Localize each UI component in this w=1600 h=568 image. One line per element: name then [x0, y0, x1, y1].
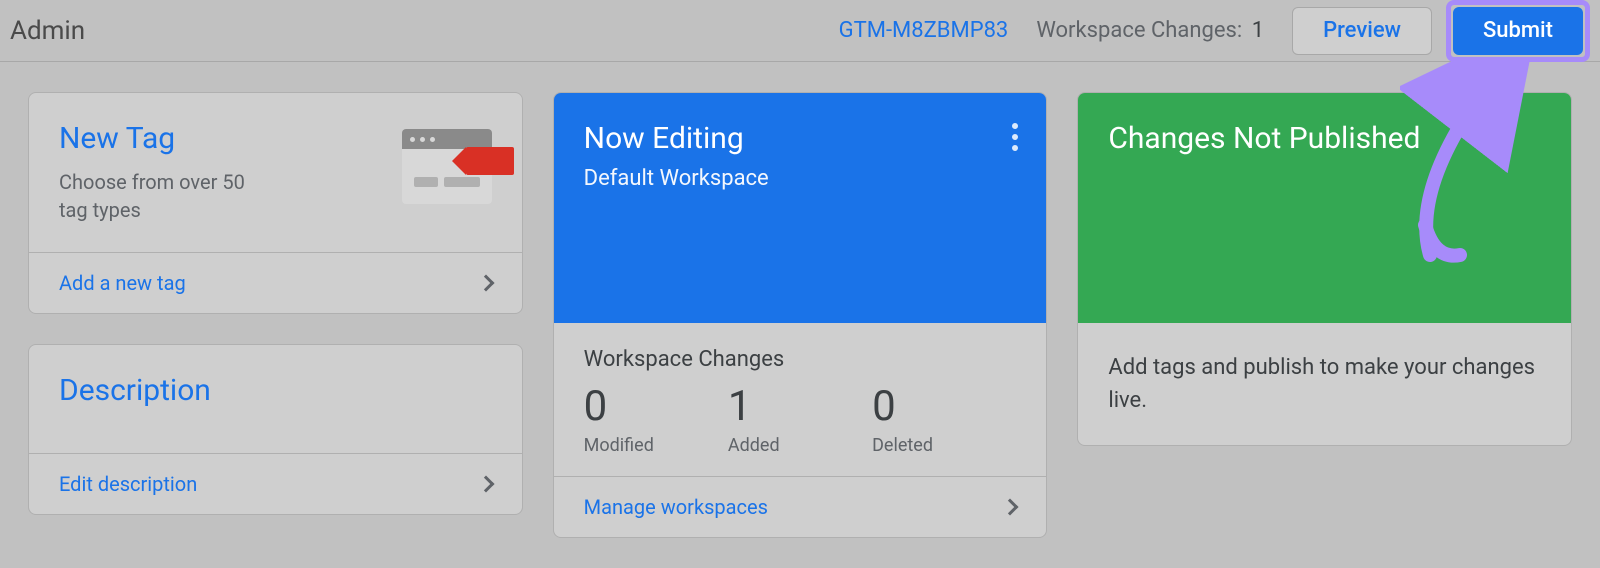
column-right: Changes Not Published Add tags and publi…	[1077, 92, 1572, 538]
changes-not-published-card: Changes Not Published Add tags and publi…	[1077, 92, 1572, 446]
workspace-changes-text: Workspace Changes: 1	[1036, 18, 1264, 43]
edit-description-label: Edit description	[59, 472, 197, 496]
column-left: New Tag Choose from over 50 tag types	[28, 92, 523, 538]
now-editing-title: Now Editing	[584, 121, 1017, 156]
preview-button[interactable]: Preview	[1292, 7, 1432, 55]
now-editing-card: Now Editing Default Workspace Workspace …	[553, 92, 1048, 538]
new-tag-text: New Tag Choose from over 50 tag types	[59, 121, 269, 224]
stat-deleted-num: 0	[872, 382, 1016, 431]
manage-workspaces-link[interactable]: Manage workspaces	[554, 476, 1047, 537]
stat-modified-label: Modified	[584, 435, 728, 456]
description-body: Description	[29, 345, 522, 453]
stat-deleted-label: Deleted	[872, 435, 1016, 456]
new-tag-card: New Tag Choose from over 50 tag types	[28, 92, 523, 314]
chevron-right-icon	[1002, 499, 1019, 516]
workspace-changes-count: 1	[1252, 18, 1264, 43]
column-center: Now Editing Default Workspace Workspace …	[553, 92, 1048, 538]
edit-description-link[interactable]: Edit description	[29, 453, 522, 514]
stat-deleted: 0 Deleted	[872, 382, 1016, 456]
new-tag-body: New Tag Choose from over 50 tag types	[29, 93, 522, 252]
add-new-tag-label: Add a new tag	[59, 271, 186, 295]
workspace-stats: 0 Modified 1 Added 0 Deleted	[584, 382, 1017, 456]
new-tag-title: New Tag	[59, 121, 269, 156]
manage-workspaces-label: Manage workspaces	[584, 495, 768, 519]
stat-added-num: 1	[728, 382, 872, 431]
page-title: Admin	[10, 16, 85, 46]
stat-added-label: Added	[728, 435, 872, 456]
submit-button[interactable]: Submit	[1453, 7, 1583, 55]
changes-header: Changes Not Published	[1078, 93, 1571, 323]
submit-highlight: Submit	[1446, 0, 1590, 62]
new-tag-subtitle: Choose from over 50 tag types	[59, 168, 269, 224]
workspace-changes-body: Workspace Changes 0 Modified 1 Added 0 D…	[554, 323, 1047, 476]
chevron-right-icon	[477, 476, 494, 493]
stat-modified: 0 Modified	[584, 382, 728, 456]
changes-title: Changes Not Published	[1108, 121, 1541, 156]
description-title: Description	[59, 373, 492, 408]
container-id-link[interactable]: GTM-M8ZBMP83	[839, 18, 1009, 43]
now-editing-workspace: Default Workspace	[584, 166, 1017, 191]
content-area: New Tag Choose from over 50 tag types	[0, 62, 1600, 568]
stat-modified-num: 0	[584, 382, 728, 431]
add-new-tag-link[interactable]: Add a new tag	[29, 252, 522, 313]
changes-message: Add tags and publish to make your change…	[1078, 323, 1571, 445]
description-card: Description Edit description	[28, 344, 523, 515]
topbar: Admin GTM-M8ZBMP83 Workspace Changes: 1 …	[0, 0, 1600, 62]
tag-icon	[402, 129, 492, 204]
stat-added: 1 Added	[728, 382, 872, 456]
workspace-changes-title: Workspace Changes	[584, 347, 1017, 372]
now-editing-header: Now Editing Default Workspace	[554, 93, 1047, 323]
workspace-changes-label: Workspace Changes:	[1036, 18, 1242, 43]
kebab-menu-icon[interactable]	[1008, 119, 1022, 155]
chevron-right-icon	[477, 275, 494, 292]
